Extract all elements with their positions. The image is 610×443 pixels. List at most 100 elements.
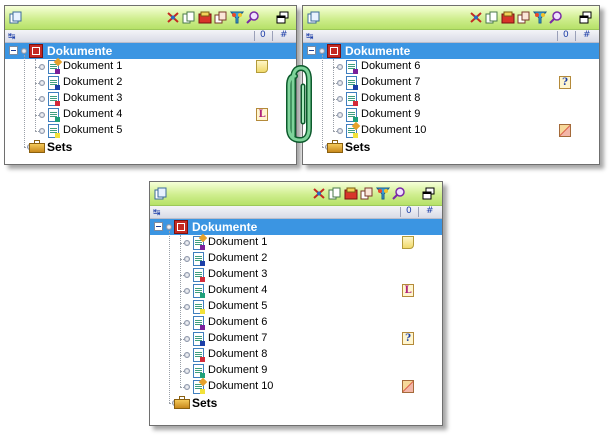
column-toggle-a[interactable]: 0 [406,206,412,216]
tree-node-document[interactable]: Dokument 2 [5,75,296,91]
tree-node-root[interactable]: Dokumente [5,43,296,59]
folder-icon [327,44,341,58]
tree-options-icon[interactable]: ↹ [153,207,161,218]
document-icon [346,60,358,74]
column-toggle-b[interactable]: # [583,30,591,40]
copy-icon[interactable] [182,11,196,24]
tree-node-document[interactable]: Dokument 2 [150,251,442,267]
magnifier-icon[interactable] [549,11,563,24]
duplicate-icon[interactable] [517,11,531,24]
strike-tag-icon[interactable] [559,124,571,137]
briefcase-icon [327,140,343,153]
document-label: Dokument 3 [208,268,268,280]
magnifier-icon[interactable] [246,11,260,24]
document-label: Dokument 10 [208,380,274,392]
tree-node-label: Sets [345,140,371,154]
tree-node-document[interactable]: Dokument 5 [5,123,296,139]
tools-cross-icon[interactable] [469,11,483,24]
box-icon[interactable] [198,11,212,24]
document-label: Dokument 9 [208,364,268,376]
copy-icon[interactable] [328,187,342,200]
restore-window-icon[interactable] [276,11,290,24]
tree-node-document[interactable]: Dokument 4 L [150,283,442,299]
tree-node-document[interactable]: Dokument 10 [303,121,599,139]
question-tag-icon[interactable]: ? [402,332,414,345]
magnifier-icon[interactable] [392,187,406,200]
document-marker-icon [200,325,205,330]
tree-node-document[interactable]: Dokument 1 [150,233,442,251]
document-icon [346,121,361,138]
question-tag-icon[interactable]: ? [559,76,571,89]
color-filter-icon[interactable] [229,11,245,24]
document-marker-icon [353,69,358,74]
document-label: Dokument 1 [208,236,268,248]
document-label: Dokument 10 [361,124,427,136]
panel-toolbar [303,6,599,30]
paperclip-icon [286,64,312,144]
letter-l-tag-icon[interactable]: L [256,108,268,121]
tree-node-root[interactable]: Dokumente [150,219,442,235]
tree-node-root[interactable]: Dokumente [303,43,599,59]
document-icon [193,233,208,250]
column-toggle-a[interactable]: 0 [260,30,266,40]
document-marker-icon [55,85,60,90]
restore-window-icon[interactable] [579,11,593,24]
document-label: Dokument 5 [63,124,123,136]
strike-tag-icon[interactable] [402,380,414,393]
tree-node-document[interactable]: Dokument 4 L [5,107,296,123]
tools-cross-icon[interactable] [312,187,326,200]
tree-node-sets[interactable]: Sets [303,139,599,155]
document-icon [48,92,60,106]
document-icon [48,76,60,90]
copy-icon[interactable] [485,11,499,24]
box-icon[interactable] [344,187,358,200]
tree-node-document[interactable]: Dokument 7? [150,331,442,347]
tree-node-document[interactable]: Dokument 9 [303,107,599,123]
column-toggle-a[interactable]: 0 [563,30,569,40]
edit-pencil-icon [53,57,63,67]
tree-node-document[interactable]: Dokument 3 [150,267,442,283]
document-icon [193,316,205,330]
copy-pages-icon[interactable] [307,11,321,24]
tree-node-document[interactable]: Dokument 9 [150,363,442,379]
duplicate-icon[interactable] [214,11,228,24]
column-toggle-b[interactable]: # [426,206,434,216]
node-bullet-icon [184,256,190,262]
tree-options-icon[interactable]: ↹ [8,31,16,42]
document-marker-icon [55,117,60,122]
duplicate-icon[interactable] [360,187,374,200]
tree-node-label: Sets [192,396,218,410]
tree-node-document[interactable]: Dokument 10 [150,377,442,395]
tree-options-icon[interactable]: ↹ [306,31,314,42]
tree-node-document[interactable]: Dokument 6 [150,315,442,331]
tree-node-document[interactable]: Dokument 7? [303,75,599,91]
tools-cross-icon[interactable] [166,11,180,24]
tree-node-sets[interactable]: Sets [5,139,296,155]
collapse-toggle-icon[interactable] [9,46,18,55]
tree-node-document[interactable]: Dokument 8 [303,91,599,107]
tree-node-document[interactable]: Dokument 3 [5,91,296,107]
sticky-note-icon[interactable] [402,236,414,249]
tree-node-document[interactable]: Dokument 6 [303,59,599,75]
node-bullet-icon [337,96,343,102]
copy-pages-icon[interactable] [154,187,168,200]
node-bullet-icon [184,320,190,326]
collapse-toggle-icon[interactable] [307,46,316,55]
tree-node-document[interactable]: Dokument 5 [150,299,442,315]
restore-window-icon[interactable] [422,187,436,200]
column-toggle-b[interactable]: # [280,30,288,40]
document-label: Dokument 7 [361,76,421,88]
sticky-note-icon[interactable] [256,60,268,73]
tree-node-sets[interactable]: Sets [150,395,442,411]
tree-node-document[interactable]: Dokument 1 [5,57,296,75]
copy-pages-icon[interactable] [9,11,23,24]
document-marker-icon [353,133,358,138]
collapse-toggle-icon[interactable] [154,222,163,231]
letter-l-tag-icon[interactable]: L [402,284,414,297]
node-bullet-icon [337,128,343,134]
tree-node-document[interactable]: Dokument 8 [150,347,442,363]
document-label: Dokument 7 [208,332,268,344]
color-filter-icon[interactable] [532,11,548,24]
color-filter-icon[interactable] [375,187,391,200]
box-icon[interactable] [501,11,515,24]
